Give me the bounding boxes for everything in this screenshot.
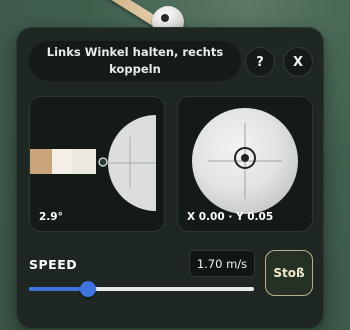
close-button[interactable]: X: [283, 47, 313, 77]
help-button[interactable]: ?: [245, 47, 275, 77]
spin-target-dot: [241, 154, 249, 162]
spin-coords-label: X 0.00 · Y 0.05: [187, 211, 274, 223]
speed-slider[interactable]: [29, 281, 254, 297]
speed-slider-fill: [29, 287, 88, 291]
speed-label: SPEED: [29, 257, 78, 272]
spin-panel[interactable]: X 0.00 · Y 0.05: [177, 96, 313, 232]
speed-slider-thumb[interactable]: [79, 281, 96, 297]
shoot-button[interactable]: Stoß: [265, 250, 313, 296]
cut-angle-panel[interactable]: 2.9°: [29, 96, 165, 232]
shot-control-panel: Links Winkel halten, rechts koppeln ? X …: [16, 27, 324, 329]
cue-wood-segment: [30, 149, 52, 174]
speed-value-display: 1.70 m/s: [189, 250, 255, 277]
cue-ferrule-segment: [52, 149, 72, 174]
contact-point-marker: [98, 157, 108, 167]
instruction-hint: Links Winkel halten, rechts koppeln: [29, 41, 241, 81]
cue-tip-segment: [72, 149, 96, 174]
angle-value-label: 2.9°: [39, 211, 63, 223]
